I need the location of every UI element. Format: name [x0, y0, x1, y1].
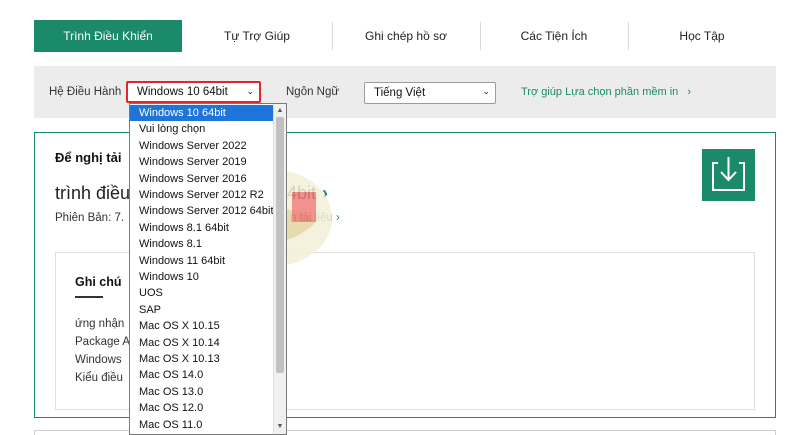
- top-nav: Trình Điều Khiển Tự Trợ Giúp Ghi chép hồ…: [34, 20, 776, 52]
- os-option[interactable]: Windows 8.1 64bit: [130, 220, 275, 236]
- language-select[interactable]: Tiếng Việt ⌄: [364, 82, 496, 104]
- language-select-value: Tiếng Việt: [374, 87, 426, 99]
- scroll-up-icon[interactable]: ▲: [274, 105, 286, 117]
- os-option[interactable]: Mac OS 14.0: [130, 367, 275, 383]
- tab-drivers[interactable]: Trình Điều Khiển: [34, 20, 182, 52]
- os-option[interactable]: SAP: [130, 302, 275, 318]
- tab-label: Tự Trợ Giúp: [224, 29, 290, 43]
- version-text: Phiên Bản: 7.: [55, 212, 125, 224]
- os-option[interactable]: Windows Server 2012 64bit: [130, 203, 275, 219]
- tab-label: Học Tập: [679, 29, 725, 43]
- tab-utilities[interactable]: Các Tiện Ích: [480, 20, 628, 52]
- os-dropdown-list[interactable]: Windows 10 64bit Vui lòng chọn Windows S…: [129, 103, 287, 435]
- os-option[interactable]: Mac OS X 10.13: [130, 351, 275, 367]
- os-option[interactable]: Vui lòng chọn: [130, 121, 275, 137]
- tab-self-help[interactable]: Tự Trợ Giúp: [182, 20, 332, 52]
- os-option[interactable]: Mac OS 13.0: [130, 384, 275, 400]
- note-line: Package A: [75, 336, 130, 348]
- help-link-label: Trợ giúp Lựa chọn phần mềm in: [521, 86, 679, 98]
- os-option[interactable]: Windows 11 64bit: [130, 253, 275, 269]
- os-option[interactable]: Windows Server 2012 R2: [130, 187, 275, 203]
- os-option[interactable]: Windows Server 2016: [130, 171, 275, 187]
- note-line: ứng nhận: [75, 318, 125, 330]
- tab-records[interactable]: Ghi chép hồ sơ: [332, 20, 480, 52]
- download-button[interactable]: [702, 149, 755, 201]
- os-select[interactable]: Windows 10 64bit ⌄: [126, 81, 261, 103]
- os-option[interactable]: Windows Server 2019: [130, 154, 275, 170]
- scroll-down-icon[interactable]: ▼: [274, 421, 286, 433]
- os-option[interactable]: Windows 8.1: [130, 236, 275, 252]
- tab-label: Trình Điều Khiển: [63, 29, 153, 43]
- dropdown-scrollbar[interactable]: ▲ ▼: [273, 104, 286, 434]
- software-help-link[interactable]: Trợ giúp Lựa chọn phần mềm in ›: [521, 86, 691, 98]
- notes-underline: [75, 296, 103, 298]
- language-label: Ngôn Ngữ: [286, 86, 340, 98]
- chevron-right-icon: ›: [687, 86, 691, 98]
- os-option[interactable]: Mac OS 12.0: [130, 400, 275, 416]
- chevron-down-icon: ⌄: [482, 86, 490, 96]
- os-option[interactable]: Mac OS 11.0: [130, 417, 275, 433]
- tab-learning[interactable]: Học Tập: [628, 20, 776, 52]
- chevron-down-icon: ⌄: [246, 86, 254, 96]
- driver-name-text: trình điều: [55, 183, 131, 203]
- os-option[interactable]: UOS: [130, 285, 275, 301]
- driver-name[interactable]: trình điều 4bit: [55, 183, 316, 204]
- os-select-value: Windows 10 64bit: [137, 86, 228, 98]
- scrollbar-thumb[interactable]: [276, 117, 284, 373]
- os-option[interactable]: Windows 10: [130, 269, 275, 285]
- os-option[interactable]: Mac OS X 10.15: [130, 318, 275, 334]
- note-line: Kiểu điều: [75, 372, 123, 384]
- note-line: Windows: [75, 354, 122, 366]
- os-option[interactable]: Mac OS X 10.14: [130, 335, 275, 351]
- tab-label: Các Tiện Ích: [520, 29, 588, 43]
- download-title: Để nghị tải: [55, 150, 122, 165]
- os-option[interactable]: Windows Server 2022: [130, 138, 275, 154]
- os-option[interactable]: Windows 10 64bit: [130, 105, 275, 122]
- notes-title: Ghi chú: [75, 275, 122, 289]
- os-label: Hệ Điều Hành: [49, 86, 122, 98]
- tab-label: Ghi chép hồ sơ: [365, 29, 447, 43]
- download-icon: [712, 157, 745, 191]
